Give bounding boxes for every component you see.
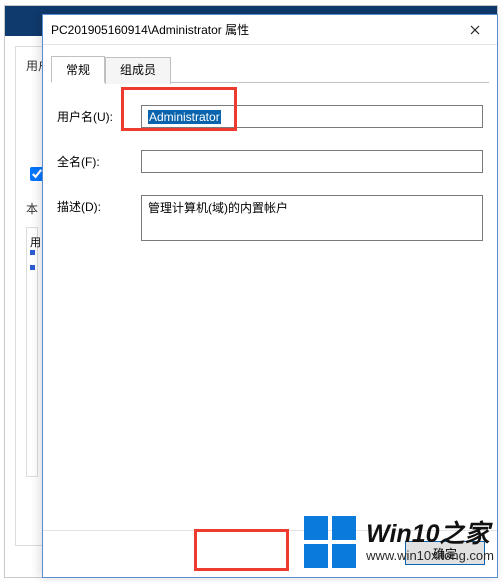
label-username: 用户名(U): xyxy=(57,105,141,125)
ok-button[interactable]: 确定 xyxy=(405,541,485,565)
tab-general[interactable]: 常规 xyxy=(51,56,105,83)
input-username[interactable]: Administrator xyxy=(141,105,483,128)
dialog-title: PC201905160914\Administrator 属性 xyxy=(51,21,453,38)
close-button[interactable] xyxy=(453,15,497,44)
properties-dialog: PC201905160914\Administrator 属性 常规 组成员 用… xyxy=(42,14,498,578)
tab-member-of[interactable]: 组成员 xyxy=(105,57,171,84)
tab-strip: 常规 组成员 xyxy=(51,55,489,83)
dialog-button-bar: 确定 xyxy=(43,530,497,577)
row-fullname: 全名(F): xyxy=(57,150,483,173)
bg-list-item-icon xyxy=(30,250,35,255)
close-icon xyxy=(470,25,480,35)
label-fullname: 全名(F): xyxy=(57,150,141,170)
label-description: 描述(D): xyxy=(57,195,141,215)
row-username: 用户名(U): Administrator xyxy=(57,105,483,128)
bg-list-edge: 用 xyxy=(26,227,38,477)
input-username-selection: Administrator xyxy=(148,110,221,124)
input-fullname[interactable] xyxy=(141,150,483,173)
row-description: 描述(D): 管理计算机(域)的内置帐户 xyxy=(57,195,483,241)
dialog-titlebar[interactable]: PC201905160914\Administrator 属性 xyxy=(43,15,497,45)
bg-col-header: 用 xyxy=(30,237,41,249)
input-description[interactable]: 管理计算机(域)的内置帐户 xyxy=(141,195,483,241)
bg-list-item-icon xyxy=(30,265,35,270)
form-area: 用户名(U): Administrator 全名(F): 描述(D): 管理计算… xyxy=(43,83,497,530)
